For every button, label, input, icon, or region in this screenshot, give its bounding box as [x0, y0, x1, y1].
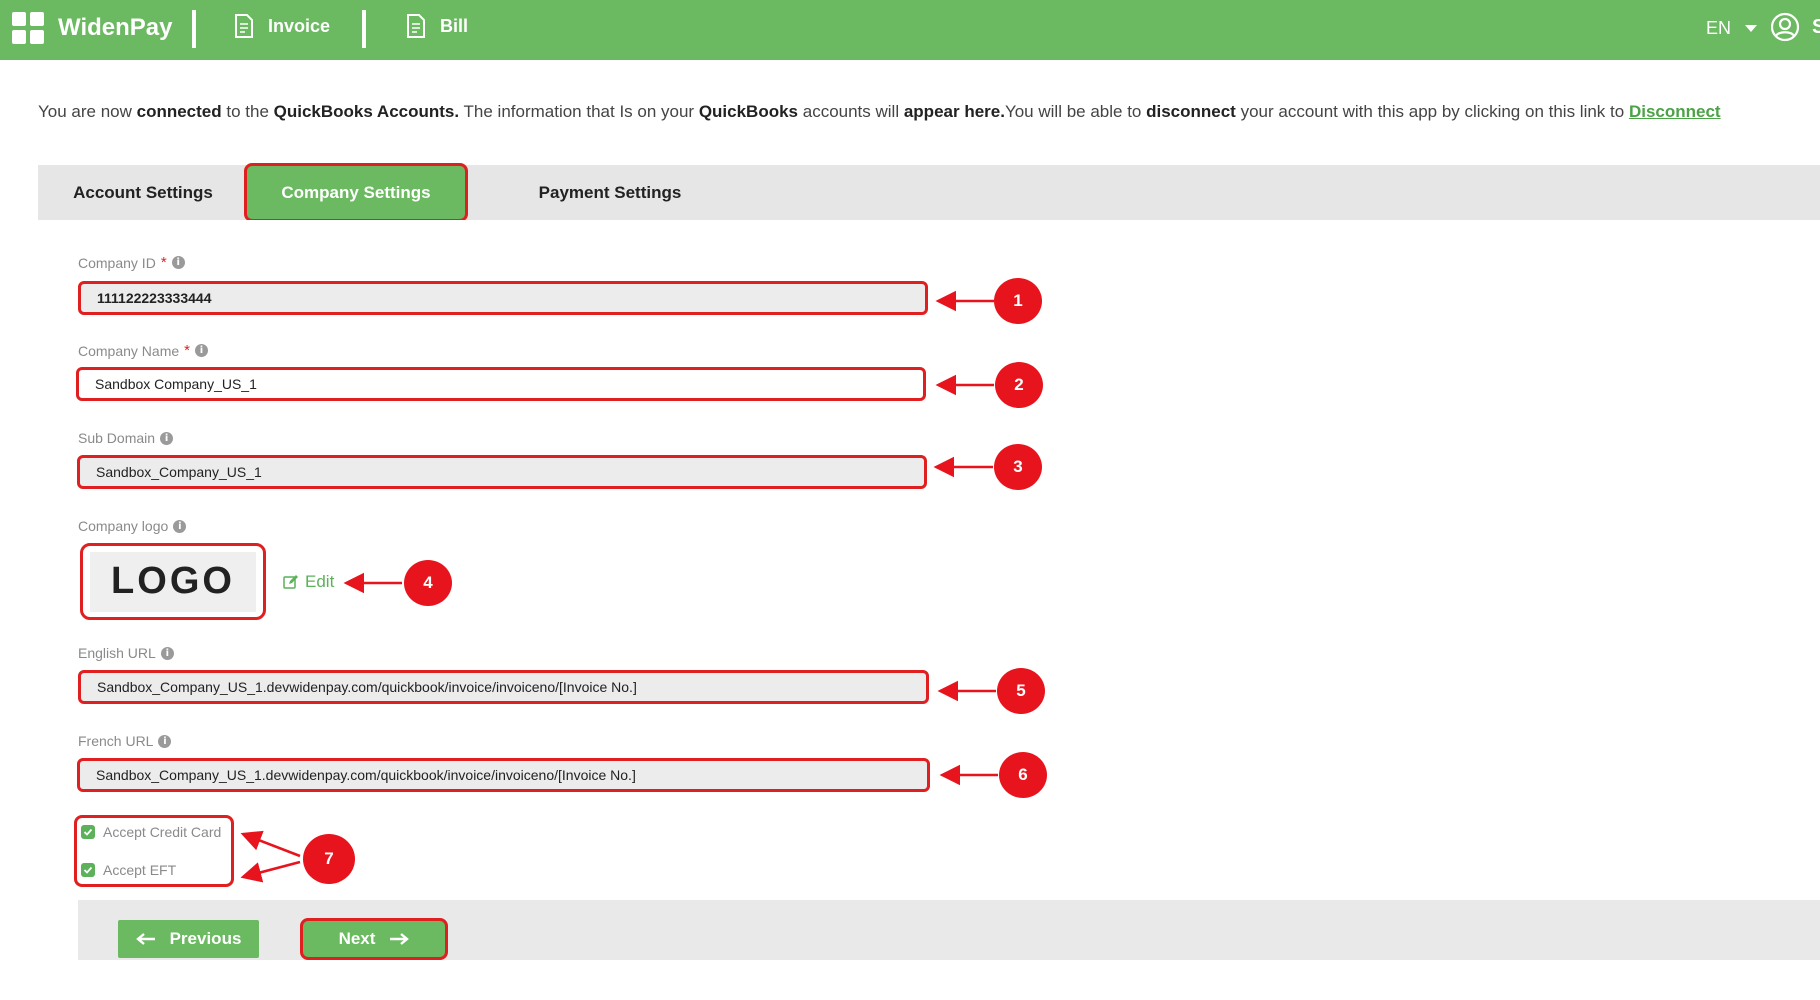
- annotation-badge-2: 2: [995, 362, 1043, 408]
- annotation-badge-6: 6: [999, 752, 1047, 798]
- arrow-7a: [240, 830, 301, 858]
- annotation-arrows: [240, 290, 998, 883]
- annotation-badge-4: 4: [404, 560, 452, 606]
- annotation-badge-1: 1: [994, 278, 1042, 324]
- annotation-badge-5: 5: [997, 668, 1045, 714]
- annotation-badge-3: 3: [994, 444, 1042, 490]
- arrow-7b: [240, 860, 301, 883]
- annotation-badge-7: 7: [303, 834, 355, 884]
